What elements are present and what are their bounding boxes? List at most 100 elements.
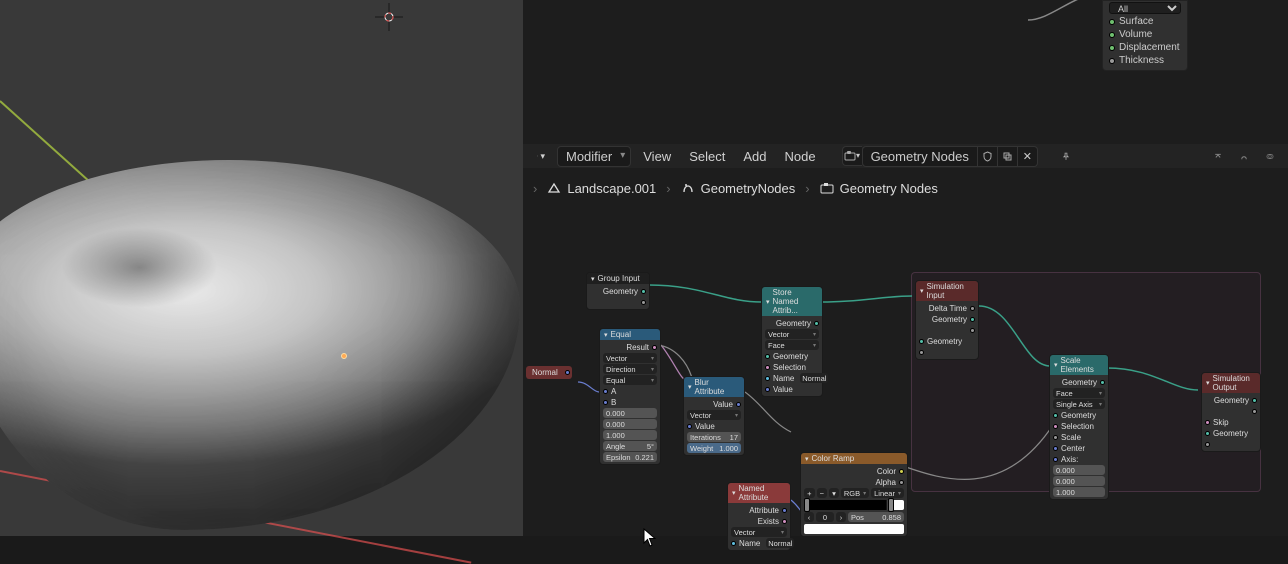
material-output-node[interactable]: All Surface Volume Displacement Thicknes… — [1102, 0, 1188, 71]
socket-icon[interactable] — [1100, 380, 1105, 385]
socket-icon[interactable] — [641, 300, 646, 305]
menu-add[interactable]: Add — [737, 147, 772, 166]
socket-icon[interactable] — [1252, 398, 1257, 403]
ramp-index[interactable]: 0 — [816, 512, 834, 522]
node-canvas[interactable]: ▾Group Input Geometry ▾Equal Result Vect… — [523, 200, 1288, 536]
ramp-stop[interactable] — [888, 498, 894, 512]
node-named-attribute[interactable]: ▾Named Attribute Attribute Exists Vector… — [727, 482, 791, 551]
socket-icon[interactable] — [1053, 446, 1058, 451]
unlink-button[interactable]: ✕ — [1018, 146, 1038, 167]
iterations-slider[interactable]: Iterations17 — [687, 432, 741, 442]
name-field[interactable]: Normal — [766, 538, 794, 548]
socket-icon[interactable] — [814, 321, 819, 326]
domain-select[interactable]: Face — [765, 340, 819, 350]
node-group-input[interactable]: ▾Group Input Geometry — [586, 272, 650, 310]
socket-icon[interactable] — [603, 400, 608, 405]
snap-button[interactable] — [1234, 146, 1254, 166]
node-editor[interactable]: All Surface Volume Displacement Thicknes… — [523, 0, 1288, 536]
colormode-select[interactable]: RGB — [841, 488, 869, 498]
socket-icon[interactable] — [736, 402, 741, 407]
socket-icon[interactable] — [782, 508, 787, 513]
breadcrumb-item-tree[interactable]: Geometry Nodes — [820, 181, 938, 196]
value-slider[interactable]: 0.000 — [603, 408, 657, 418]
socket-icon[interactable] — [1053, 413, 1058, 418]
tree-name-field[interactable]: Geometry Nodes — [862, 146, 978, 167]
ramp-tools-button[interactable]: ▾ — [829, 488, 839, 498]
socket-icon[interactable] — [765, 387, 770, 392]
shield-icon[interactable] — [978, 146, 998, 167]
ramp-next-button[interactable]: › — [836, 512, 846, 522]
socket-icon[interactable] — [970, 317, 975, 322]
node-color-ramp[interactable]: ▾Color Ramp Color Alpha + − ▾ RGB Linear… — [800, 452, 908, 537]
breadcrumb-item-object[interactable]: Landscape.001 — [547, 181, 656, 196]
ramp-color-swatch[interactable] — [804, 524, 904, 534]
node-normal-input[interactable]: Normal — [526, 366, 572, 379]
ramp-stop[interactable] — [804, 498, 810, 512]
interpolation-select[interactable]: Linear — [871, 488, 904, 498]
socket-icon[interactable] — [899, 469, 904, 474]
socket-icon[interactable] — [1053, 424, 1058, 429]
socket-icon[interactable] — [565, 370, 570, 375]
socket-icon[interactable] — [1205, 431, 1210, 436]
domain-select[interactable]: Face — [1053, 388, 1105, 398]
socket-icon[interactable] — [899, 480, 904, 485]
socket-icon[interactable] — [765, 376, 770, 381]
node-blur-attribute[interactable]: ▾Blur Attribute Value Vector Value Itera… — [683, 376, 745, 456]
angle-slider[interactable]: Angle5° — [603, 441, 657, 451]
overlay-button[interactable] — [1260, 146, 1280, 166]
node-compare-equal[interactable]: ▾Equal Result Vector Direction Equal A B… — [599, 328, 661, 465]
node-scale-elements[interactable]: ▾Scale Elements Geometry Face Single Axi… — [1049, 354, 1109, 500]
type-select[interactable]: Vector — [603, 353, 657, 363]
socket-icon[interactable] — [603, 389, 608, 394]
epsilon-slider[interactable]: Epsilon0.221 — [603, 452, 657, 462]
node-simulation-output[interactable]: ▾Simulation Output Geometry Skip Geometr… — [1201, 372, 1261, 452]
ramp-prev-button[interactable]: ‹ — [804, 512, 814, 522]
ramp-position-slider[interactable]: Pos0.858 — [848, 512, 904, 522]
socket-icon[interactable] — [641, 289, 646, 294]
socket-icon[interactable] — [1205, 420, 1210, 425]
editor-type-select[interactable]: ▾ — [531, 146, 551, 166]
socket-icon[interactable] — [919, 339, 924, 344]
node-store-named-attribute[interactable]: ▾Store Named Attrib... Geometry Vector F… — [761, 286, 823, 397]
output-target-select[interactable]: All — [1109, 2, 1181, 14]
socket-icon[interactable] — [765, 354, 770, 359]
menu-node[interactable]: Node — [778, 147, 821, 166]
mode-select[interactable]: Modifier — [557, 146, 631, 167]
tree-browse-button[interactable]: ▾ — [842, 146, 862, 166]
pin-button[interactable] — [1056, 146, 1076, 166]
menu-view[interactable]: View — [637, 147, 677, 166]
name-field[interactable]: Normal — [800, 373, 828, 383]
value-slider[interactable]: 1.000 — [1053, 487, 1105, 497]
breadcrumb-item-modifier[interactable]: GeometryNodes — [681, 181, 796, 196]
socket-icon[interactable] — [765, 365, 770, 370]
weight-slider[interactable]: Weight1.000 — [687, 443, 741, 453]
mode-select[interactable]: Single Axis — [1053, 399, 1105, 409]
socket-icon[interactable] — [731, 541, 736, 546]
terrain-mesh[interactable] — [0, 160, 520, 530]
value-slider[interactable]: 1.000 — [603, 430, 657, 440]
value-slider[interactable]: 0.000 — [1053, 465, 1105, 475]
type-select[interactable]: Vector — [765, 329, 819, 339]
ramp-gradient[interactable] — [804, 500, 904, 510]
ramp-remove-button[interactable]: − — [817, 488, 828, 498]
socket-icon[interactable] — [652, 345, 657, 350]
menu-select[interactable]: Select — [683, 147, 731, 166]
type-select[interactable]: Vector — [687, 410, 741, 420]
duplicate-icon[interactable] — [998, 146, 1018, 167]
socket-icon[interactable] — [919, 350, 924, 355]
viewport-3d[interactable] — [0, 0, 523, 536]
socket-icon[interactable] — [970, 328, 975, 333]
socket-icon[interactable] — [1252, 409, 1257, 414]
operation-select[interactable]: Equal — [603, 375, 657, 385]
socket-icon[interactable] — [1053, 435, 1058, 440]
node-simulation-input[interactable]: ▾Simulation Input Delta Time Geometry Ge… — [915, 280, 979, 360]
socket-icon[interactable] — [1053, 457, 1058, 462]
parent-nodetree-button[interactable] — [1208, 146, 1228, 166]
socket-icon[interactable] — [1205, 442, 1210, 447]
socket-icon[interactable] — [970, 306, 975, 311]
ramp-add-button[interactable]: + — [804, 488, 815, 498]
socket-icon[interactable] — [782, 519, 787, 524]
socket-icon[interactable] — [687, 424, 692, 429]
value-slider[interactable]: 0.000 — [603, 419, 657, 429]
direction-select[interactable]: Direction — [603, 364, 657, 374]
